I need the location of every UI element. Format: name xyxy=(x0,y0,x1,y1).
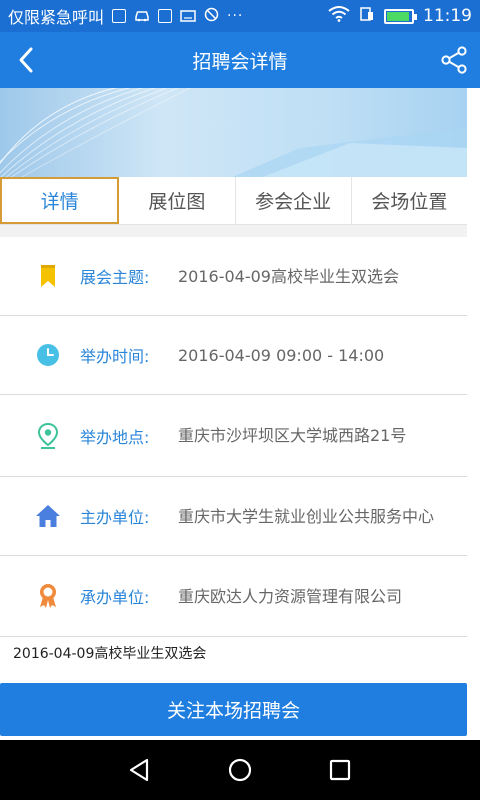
share-icon xyxy=(441,46,467,74)
detail-row-theme: 展会主题: 2016-04-09高校毕业生双选会 xyxy=(0,237,467,316)
page-title: 招聘会详情 xyxy=(192,50,288,73)
tab-venue-location[interactable]: 会场位置 xyxy=(352,177,467,224)
circle-home-icon xyxy=(228,758,252,782)
detail-row-time: 举办时间: 2016-04-09 09:00 - 14:00 xyxy=(0,316,467,395)
triangle-back-icon xyxy=(129,758,149,782)
detail-value: 2016-04-09高校毕业生双选会 xyxy=(178,266,399,286)
clock-text: 11:19 xyxy=(423,6,472,26)
section-divider xyxy=(0,225,467,237)
sim-signal-icon xyxy=(359,6,375,26)
nav-home-button[interactable] xyxy=(220,750,260,790)
detail-label: 主办单位: xyxy=(80,508,150,527)
image-icon xyxy=(158,9,173,23)
detail-label: 承办单位: xyxy=(80,588,150,607)
nav-back-button[interactable] xyxy=(120,750,160,790)
detail-value: 重庆市沙坪坝区大学城西路21号 xyxy=(178,426,407,445)
back-arrow-icon xyxy=(19,47,33,73)
detail-value: 重庆市大学生就业创业公共服务中心 xyxy=(178,506,435,526)
tab-companies[interactable]: 参会企业 xyxy=(236,177,352,224)
app-header: 招聘会详情 xyxy=(0,32,480,88)
more-notifications-icon: ··· xyxy=(227,8,244,24)
carrier-text: 仅限紧急呼叫 xyxy=(8,8,105,27)
square-recents-icon xyxy=(329,759,351,781)
location-pin-icon xyxy=(34,422,62,450)
award-icon xyxy=(34,582,62,610)
back-button[interactable] xyxy=(8,42,44,78)
detail-label: 举办时间: xyxy=(80,347,150,366)
detail-row-location: 举办地点: 重庆市沙坪坝区大学城西路21号 xyxy=(0,395,467,477)
system-nav-bar xyxy=(0,740,480,800)
tab-booth-map[interactable]: 展位图 xyxy=(119,177,236,224)
detail-row-organizer: 主办单位: 重庆市大学生就业创业公共服务中心 xyxy=(0,477,467,556)
detail-label: 展会主题: xyxy=(80,268,150,287)
keyboard-icon xyxy=(180,7,196,26)
detail-value: 2016-04-09 09:00 - 14:00 xyxy=(178,345,385,365)
detail-value: 重庆欧达人力资源管理有限公司 xyxy=(178,586,403,606)
home-icon xyxy=(34,502,62,530)
clock-icon xyxy=(34,341,62,369)
tab-bar: 详情 展位图 参会企业 会场位置 xyxy=(0,177,467,225)
share-button[interactable] xyxy=(436,42,472,78)
details-list: 展会主题: 2016-04-09高校毕业生双选会 举办时间: 2016-04-0… xyxy=(0,237,467,637)
tab-details[interactable]: 详情 xyxy=(0,177,120,224)
follow-fair-button[interactable]: 关注本场招聘会 xyxy=(0,683,467,736)
blocked-icon xyxy=(204,7,219,26)
wifi-icon xyxy=(328,6,350,26)
fair-description: 2016-04-09高校毕业生双选会 xyxy=(13,646,207,662)
bookmark-icon xyxy=(34,262,62,290)
banner-image xyxy=(0,88,467,178)
nav-recents-button[interactable] xyxy=(320,750,360,790)
battery-icon xyxy=(384,8,417,24)
car-icon xyxy=(134,7,150,26)
detail-label: 举办地点: xyxy=(80,427,150,447)
detail-row-co-organizer: 承办单位: 重庆欧达人力资源管理有限公司 xyxy=(0,556,467,637)
status-bar: 仅限紧急呼叫 ··· 11:19 xyxy=(0,0,480,32)
sim-icon xyxy=(112,9,127,23)
